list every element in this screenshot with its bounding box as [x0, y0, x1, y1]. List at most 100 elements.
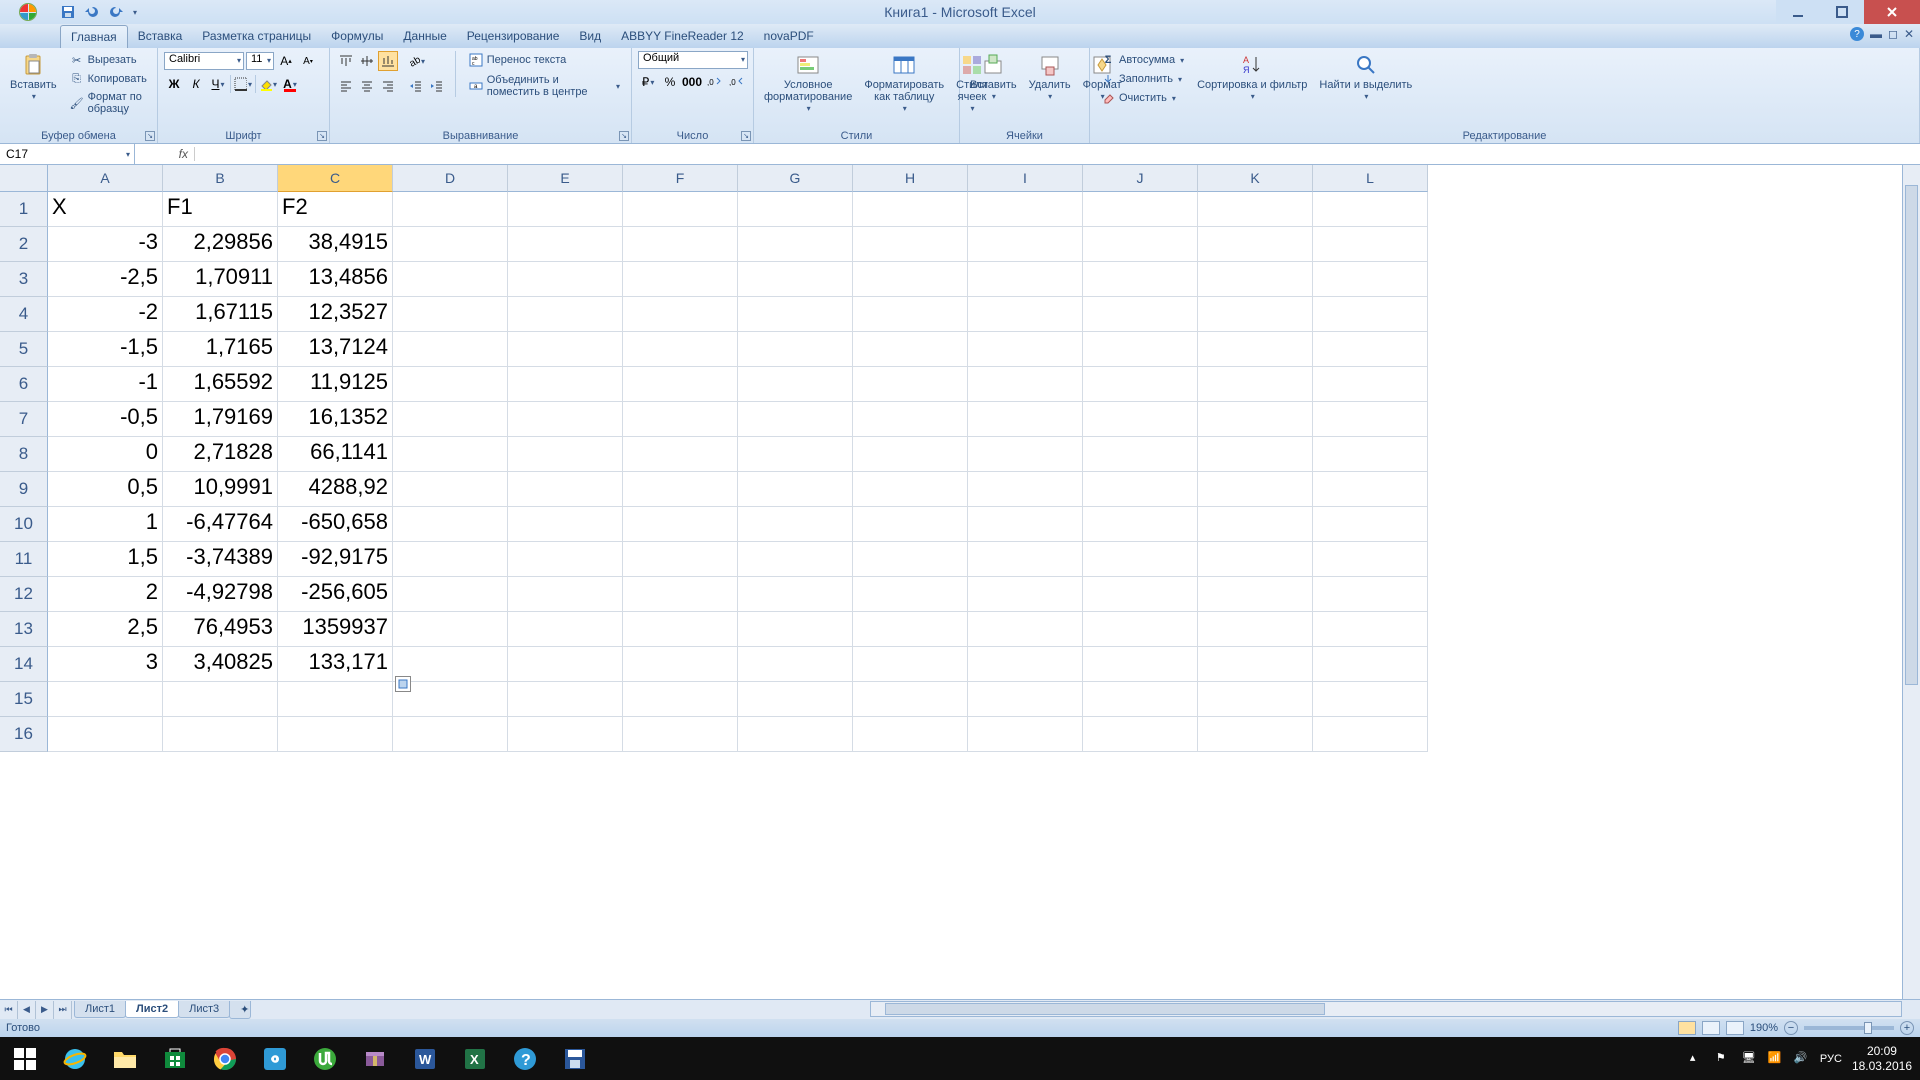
- cell[interactable]: [738, 192, 853, 227]
- language-indicator[interactable]: РУС: [1820, 1053, 1842, 1065]
- autofill-options-icon[interactable]: [395, 676, 411, 692]
- cell[interactable]: 3: [48, 647, 163, 682]
- cell[interactable]: [1198, 682, 1313, 717]
- cell[interactable]: [278, 717, 393, 752]
- cell[interactable]: [1198, 192, 1313, 227]
- cell[interactable]: [968, 472, 1083, 507]
- cell[interactable]: [1083, 437, 1198, 472]
- font-name-combo[interactable]: Calibri▾: [164, 52, 244, 70]
- dialog-launcher-icon[interactable]: ↘: [145, 131, 155, 141]
- cell[interactable]: [968, 577, 1083, 612]
- mdi-close-icon[interactable]: ✕: [1904, 27, 1914, 41]
- cell[interactable]: [853, 262, 968, 297]
- cell[interactable]: [1083, 647, 1198, 682]
- find-select-button[interactable]: Найти и выделить▾: [1315, 51, 1416, 104]
- cell[interactable]: [1198, 577, 1313, 612]
- cell[interactable]: [738, 437, 853, 472]
- cell[interactable]: [393, 297, 508, 332]
- redo-icon[interactable]: [108, 4, 124, 20]
- format-as-table-button[interactable]: Форматировать как таблицу▾: [860, 51, 948, 116]
- undo-icon[interactable]: [84, 4, 100, 20]
- cell[interactable]: 2,5: [48, 612, 163, 647]
- store-icon[interactable]: [150, 1037, 200, 1080]
- cell[interactable]: [738, 507, 853, 542]
- cell[interactable]: [853, 472, 968, 507]
- cell[interactable]: [1083, 682, 1198, 717]
- save-icon[interactable]: [60, 4, 76, 20]
- cell[interactable]: [1313, 402, 1428, 437]
- cell[interactable]: [1083, 227, 1198, 262]
- align-middle-icon[interactable]: [357, 51, 377, 71]
- autosum-button[interactable]: ΣАвтосумма▾: [1096, 51, 1189, 69]
- tab-abbyy-finereader-12[interactable]: ABBYY FineReader 12: [611, 25, 754, 48]
- cell[interactable]: [393, 542, 508, 577]
- minimize-button[interactable]: [1776, 0, 1820, 24]
- cell[interactable]: [1083, 332, 1198, 367]
- cell[interactable]: 1,65592: [163, 367, 278, 402]
- cell[interactable]: [968, 402, 1083, 437]
- cell[interactable]: 11,9125: [278, 367, 393, 402]
- cell[interactable]: 13,4856: [278, 262, 393, 297]
- cell[interactable]: -6,47764: [163, 507, 278, 542]
- cell[interactable]: [853, 577, 968, 612]
- zoom-out-icon[interactable]: −: [1784, 1021, 1798, 1035]
- cell[interactable]: [623, 402, 738, 437]
- row-header[interactable]: 7: [0, 402, 48, 437]
- cell[interactable]: [508, 192, 623, 227]
- cell[interactable]: [508, 577, 623, 612]
- cell[interactable]: [1083, 577, 1198, 612]
- cell[interactable]: [1198, 472, 1313, 507]
- cell[interactable]: [738, 472, 853, 507]
- page-layout-view-icon[interactable]: [1702, 1021, 1720, 1035]
- cell[interactable]: -2: [48, 297, 163, 332]
- cell[interactable]: [1198, 262, 1313, 297]
- cell[interactable]: [738, 542, 853, 577]
- cell[interactable]: [853, 297, 968, 332]
- decrease-indent-icon[interactable]: [406, 76, 426, 96]
- cell[interactable]: [508, 507, 623, 542]
- monitor-icon[interactable]: 🖥: [1742, 1051, 1758, 1067]
- save-app-icon[interactable]: [550, 1037, 600, 1080]
- cell[interactable]: [623, 367, 738, 402]
- orientation-icon[interactable]: ab▾: [406, 51, 426, 71]
- tab-формулы[interactable]: Формулы: [321, 25, 393, 48]
- cell[interactable]: [393, 577, 508, 612]
- close-button[interactable]: [1864, 0, 1920, 24]
- cell[interactable]: [1313, 332, 1428, 367]
- cell[interactable]: [393, 437, 508, 472]
- row-header[interactable]: 5: [0, 332, 48, 367]
- cell[interactable]: [968, 332, 1083, 367]
- cell[interactable]: 0: [48, 437, 163, 472]
- cell[interactable]: [1198, 542, 1313, 577]
- cell[interactable]: [1313, 612, 1428, 647]
- horizontal-scrollbar[interactable]: [870, 1001, 1902, 1017]
- cell[interactable]: [623, 437, 738, 472]
- mdi-restore-icon[interactable]: ◻: [1888, 27, 1898, 41]
- cell[interactable]: 133,171: [278, 647, 393, 682]
- cell[interactable]: X: [48, 192, 163, 227]
- cell[interactable]: [1313, 717, 1428, 752]
- select-all-corner[interactable]: [0, 165, 48, 192]
- cell[interactable]: 13,7124: [278, 332, 393, 367]
- cell[interactable]: [1313, 262, 1428, 297]
- sort-filter-button[interactable]: AЯСортировка и фильтр▾: [1193, 51, 1311, 104]
- cell[interactable]: [508, 472, 623, 507]
- zoom-slider[interactable]: [1804, 1026, 1894, 1030]
- name-box[interactable]: C17▾: [0, 144, 135, 164]
- help-icon[interactable]: ?: [1850, 27, 1864, 41]
- cell[interactable]: [508, 262, 623, 297]
- column-header[interactable]: A: [48, 165, 163, 192]
- cell[interactable]: [508, 612, 623, 647]
- cell[interactable]: [968, 437, 1083, 472]
- align-right-icon[interactable]: [378, 76, 398, 96]
- align-top-icon[interactable]: [336, 51, 356, 71]
- cell[interactable]: [738, 612, 853, 647]
- cell[interactable]: [1198, 647, 1313, 682]
- formula-input[interactable]: [195, 144, 1920, 164]
- dialog-launcher-icon[interactable]: ↘: [741, 131, 751, 141]
- cell[interactable]: [393, 192, 508, 227]
- cell[interactable]: [968, 542, 1083, 577]
- column-header[interactable]: L: [1313, 165, 1428, 192]
- cut-button[interactable]: ✂Вырезать: [65, 51, 152, 69]
- network-icon[interactable]: 📶: [1768, 1051, 1784, 1067]
